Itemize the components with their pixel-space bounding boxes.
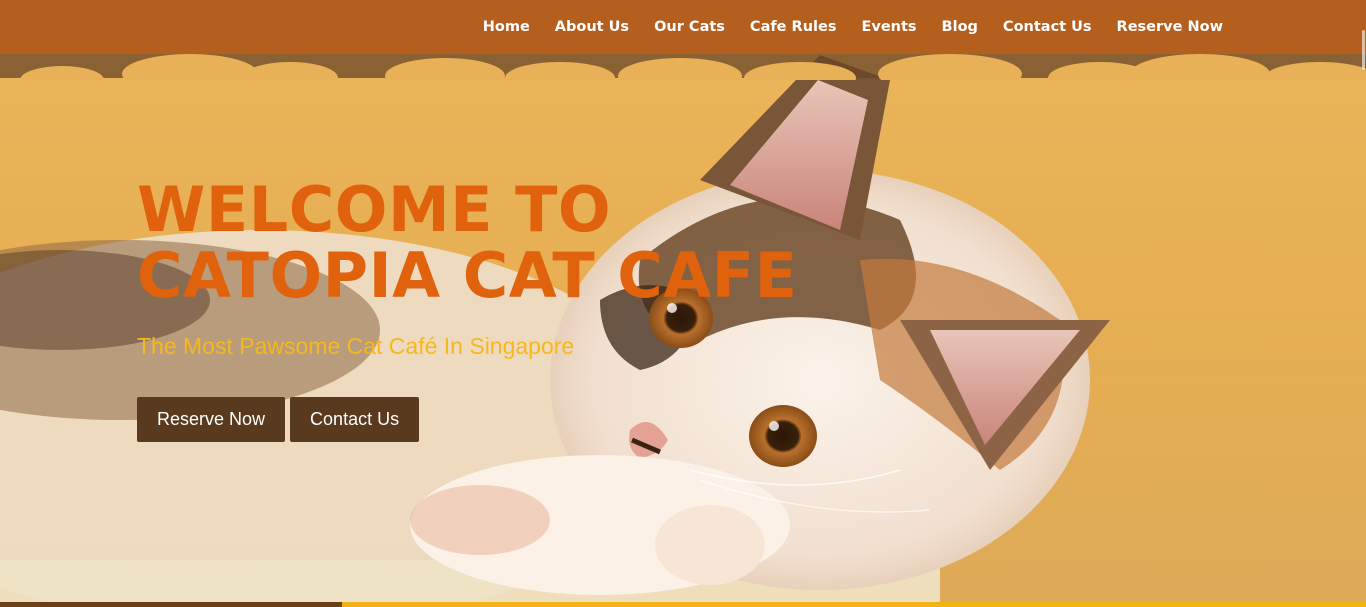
nav-our-cats[interactable]: Our Cats: [654, 19, 725, 35]
nav-reserve-now[interactable]: Reserve Now: [1117, 19, 1223, 35]
hero-button-group: Reserve Now Contact Us: [137, 397, 420, 442]
nav-about-us[interactable]: About Us: [555, 19, 629, 35]
hero-subtitle: The Most Pawsome Cat Café In Singapore: [137, 333, 575, 359]
scrollbar-thumb[interactable]: [1362, 30, 1365, 70]
nav-events[interactable]: Events: [861, 19, 916, 35]
reserve-now-button[interactable]: Reserve Now: [137, 397, 286, 442]
contact-us-button[interactable]: Contact Us: [290, 397, 420, 442]
hero-title-line-2: CATOPIA CAT CAFE: [137, 239, 798, 312]
nav-cafe-rules[interactable]: Cafe Rules: [750, 19, 837, 35]
bottom-bar-dark-segment: [0, 602, 342, 607]
bottom-accent-bar: [0, 602, 1366, 607]
bottom-bar-light-segment: [342, 602, 1366, 607]
main-nav: Home About Us Our Cats Cafe Rules Events…: [458, 0, 1223, 54]
scalloped-border: [0, 54, 1366, 80]
page: Home About Us Our Cats Cafe Rules Events…: [0, 0, 1366, 607]
page-scrollbar[interactable]: [1360, 0, 1366, 607]
nav-contact-us[interactable]: Contact Us: [1003, 19, 1092, 35]
nav-blog[interactable]: Blog: [942, 19, 978, 35]
nav-home[interactable]: Home: [483, 19, 530, 35]
hero-title-line-1: WELCOME TO: [137, 173, 612, 246]
top-navigation-bar: Home About Us Our Cats Cafe Rules Events…: [0, 0, 1366, 54]
hero-title: WELCOME TO CATOPIA CAT CAFE: [137, 177, 837, 309]
